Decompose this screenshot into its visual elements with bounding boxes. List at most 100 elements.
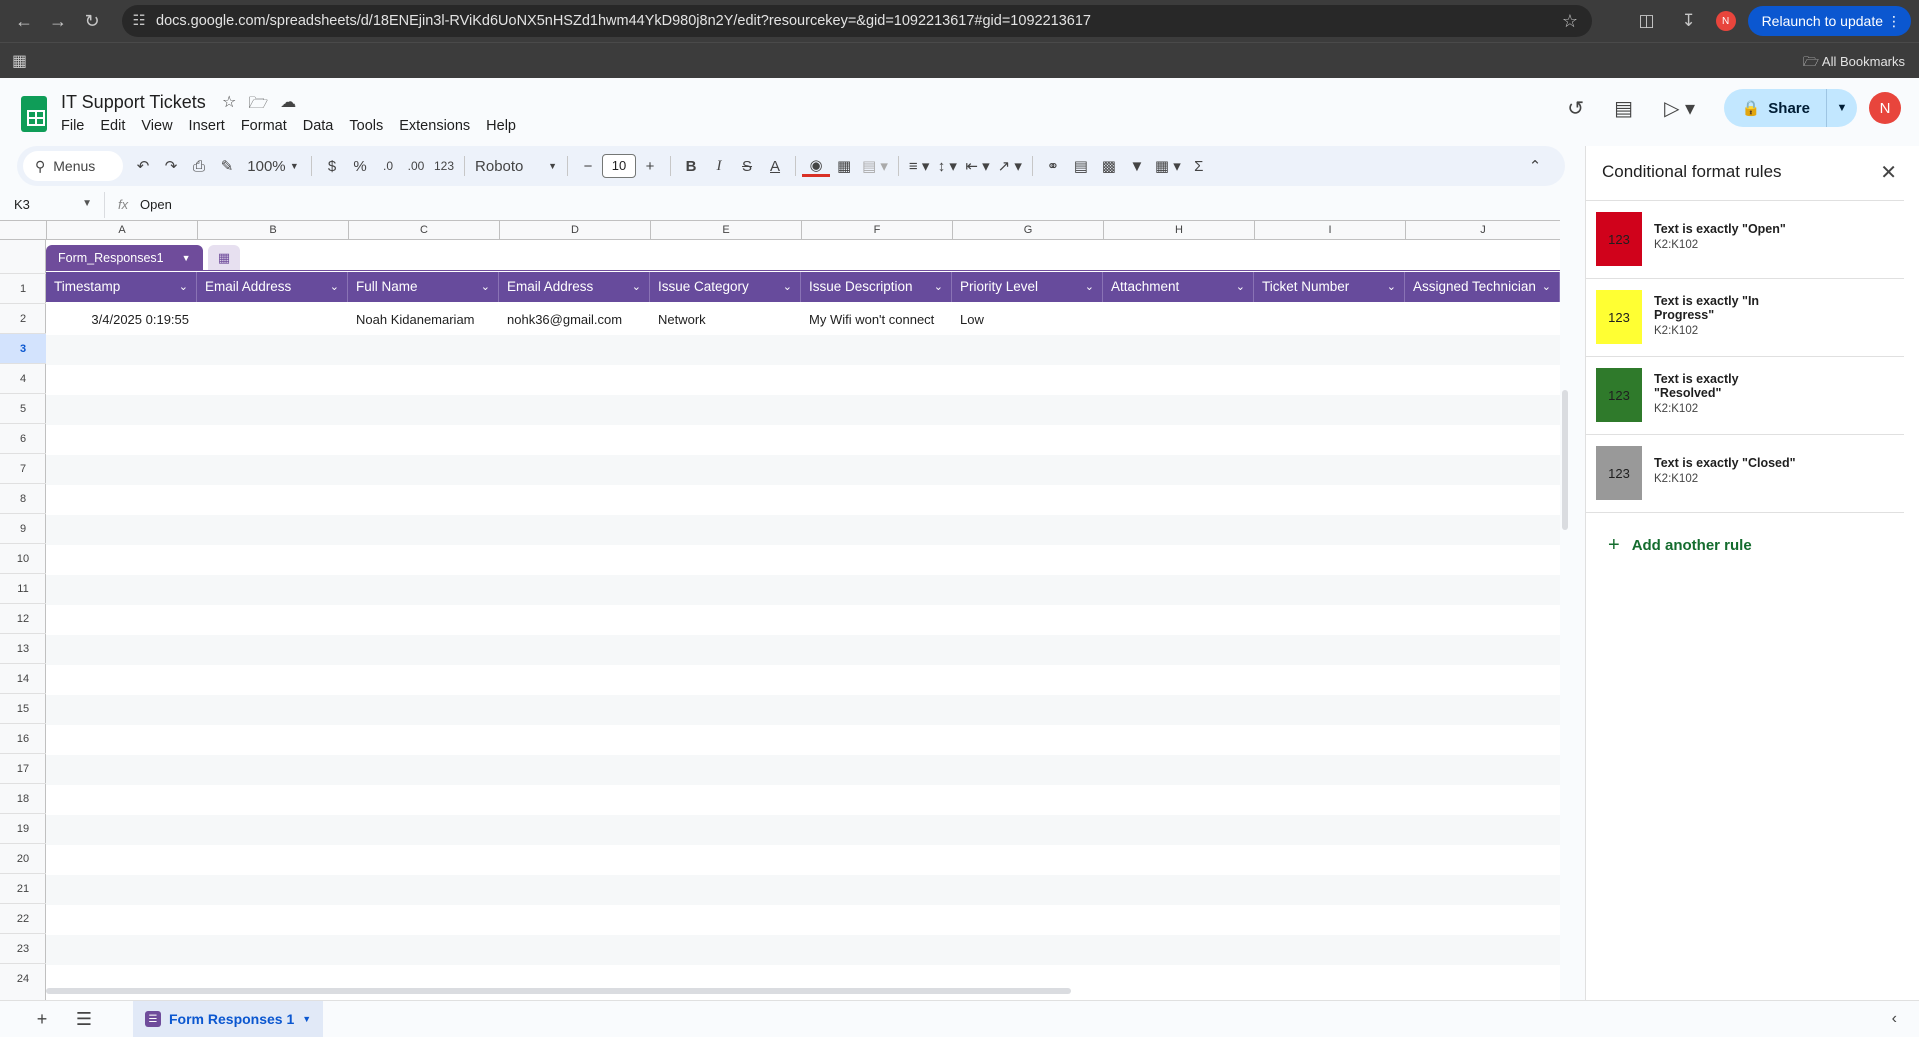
chevron-down-icon[interactable]: ⌄ [481, 272, 490, 302]
merge-cells-icon[interactable]: ▤ ▾ [858, 152, 892, 180]
italic-button[interactable]: I [705, 152, 733, 180]
column-header-b[interactable]: B [197, 221, 348, 240]
collapse-toolbar-icon[interactable]: ⌃ [1521, 152, 1549, 180]
row-header[interactable]: 2 [0, 303, 46, 333]
row-header[interactable]: 22 [0, 903, 46, 933]
header-cell-issue-category[interactable]: Issue Category ⌄ [650, 272, 801, 302]
row-header[interactable]: 10 [0, 543, 46, 573]
cell[interactable]: nohk36@gmail.com [499, 305, 650, 335]
header-cell-full-name[interactable]: Full Name ⌄ [348, 272, 499, 302]
cell[interactable] [1254, 305, 1405, 335]
filter-icon[interactable]: ▼ [1123, 152, 1151, 180]
close-icon[interactable]: ✕ [1880, 160, 1897, 185]
column-header-e[interactable]: E [650, 221, 801, 240]
row-header[interactable]: 18 [0, 783, 46, 813]
search-menus[interactable]: ⚲ Menus [23, 151, 123, 181]
row-header[interactable]: 6 [0, 423, 46, 453]
text-wrapping-icon[interactable]: ⇤ ▾ [961, 152, 993, 180]
chevron-down-icon[interactable]: ⌄ [783, 272, 792, 302]
menu-data[interactable]: Data [295, 116, 342, 136]
menu-file[interactable]: File [53, 116, 92, 136]
row-header[interactable]: 20 [0, 843, 46, 873]
menu-view[interactable]: View [133, 116, 180, 136]
sheets-logo-icon[interactable] [21, 96, 47, 132]
chevron-down-icon[interactable]: ⌄ [1085, 272, 1094, 302]
insert-link-icon[interactable]: ⚭ [1039, 152, 1067, 180]
menu-edit[interactable]: Edit [92, 116, 133, 136]
row-header-selected[interactable]: 3 [0, 333, 46, 363]
row-header[interactable]: 7 [0, 453, 46, 483]
scroll-thumb[interactable] [1562, 390, 1568, 530]
column-header-f[interactable]: F [801, 221, 952, 240]
share-dropdown-icon[interactable]: ▼ [1827, 102, 1857, 114]
apps-icon[interactable]: ▦ [12, 51, 27, 71]
header-cell-timestamp[interactable]: Timestamp ⌄ [46, 272, 197, 302]
row-header[interactable]: 15 [0, 693, 46, 723]
header-cell-assigned-technician[interactable]: Assigned Technician ⌄ [1405, 272, 1560, 302]
header-cell-issue-description[interactable]: Issue Description ⌄ [801, 272, 952, 302]
row-header[interactable]: 16 [0, 723, 46, 753]
menu-tools[interactable]: Tools [341, 116, 391, 136]
move-folder-icon[interactable]: 🗁 [248, 92, 268, 119]
row-header[interactable]: 1 [0, 273, 46, 303]
table-name-chip[interactable]: Form_Responses1 ▼ ▦ [46, 245, 240, 271]
select-all-corner[interactable] [0, 221, 46, 240]
font-select[interactable]: Roboto ▼ [471, 152, 561, 180]
rule-item[interactable]: 123 Text is exactly "In Progress" K2:K102 [1596, 280, 1896, 356]
row-header[interactable]: 23 [0, 933, 46, 963]
share-button[interactable]: 🔒 Share ▼ [1723, 89, 1857, 127]
column-header-h[interactable]: H [1103, 221, 1254, 240]
column-header-i[interactable]: I [1254, 221, 1405, 240]
row-header[interactable]: 5 [0, 393, 46, 423]
rule-item[interactable]: 123 Text is exactly "Resolved" K2:K102 [1596, 358, 1896, 434]
font-size-increase-icon[interactable]: + [636, 152, 664, 180]
filter-views-icon[interactable]: ▦ ▾ [1151, 152, 1185, 180]
all-bookmarks[interactable]: 🗁 All Bookmarks [1803, 53, 1905, 75]
cell[interactable]: Network [650, 305, 801, 335]
column-header-d[interactable]: D [499, 221, 650, 240]
relaunch-button[interactable]: Relaunch to update ⋮ [1747, 6, 1911, 36]
row-header[interactable]: 9 [0, 513, 46, 543]
downloads-icon[interactable]: ↧ [1674, 6, 1704, 36]
decrease-decimal-button[interactable]: .0 [374, 152, 402, 180]
row-header[interactable]: 11 [0, 573, 46, 603]
row-header[interactable]: 19 [0, 813, 46, 843]
bookmark-star-icon[interactable]: ☆ [1562, 11, 1578, 32]
row-header[interactable]: 21 [0, 873, 46, 903]
column-header-c[interactable]: C [348, 221, 499, 240]
rule-item[interactable]: 123 Text is exactly "Open" K2:K102 [1596, 202, 1896, 278]
row-header[interactable]: 8 [0, 483, 46, 513]
formula-input[interactable]: Open [140, 197, 172, 212]
fill-color-icon[interactable]: ◉ [802, 155, 831, 177]
all-sheets-icon[interactable]: ☰ [66, 1001, 102, 1037]
cell[interactable]: My Wifi won't connect [801, 305, 952, 335]
cell[interactable] [1405, 305, 1560, 335]
number-format-button[interactable]: 123 [430, 152, 458, 180]
meet-icon[interactable]: ▷ ▾ [1652, 88, 1708, 128]
bold-button[interactable]: B [677, 152, 705, 180]
horizontal-scrollbar[interactable] [46, 986, 1560, 996]
forward-icon[interactable]: → [44, 7, 72, 35]
row-header[interactable]: 13 [0, 633, 46, 663]
cell[interactable]: Noah Kidanemariam [348, 305, 499, 335]
header-cell-email-2[interactable]: Email Address ⌄ [499, 272, 650, 302]
collapse-side-panel-icon[interactable]: ‹ [1892, 1010, 1897, 1028]
extensions-icon[interactable]: ◫ [1632, 6, 1662, 36]
column-header-g[interactable]: G [952, 221, 1103, 240]
spreadsheet-grid[interactable]: A B C D E F G H I J Form_Responses1 ▼ ▦ … [0, 220, 1560, 1002]
currency-button[interactable]: $ [318, 152, 346, 180]
chevron-down-icon[interactable]: ⌄ [179, 272, 188, 302]
insert-comment-icon[interactable]: ▤ [1067, 152, 1095, 180]
cell[interactable] [1103, 305, 1254, 335]
name-box[interactable]: K3 ▼ [0, 192, 105, 218]
header-cell-attachment[interactable]: Attachment ⌄ [1103, 272, 1254, 302]
site-info-icon[interactable]: ☷ [122, 13, 156, 29]
chevron-down-icon[interactable]: ⌄ [934, 272, 943, 302]
cell[interactable]: 3/4/2025 0:19:55 [46, 305, 197, 335]
chevron-down-icon[interactable]: ⌄ [632, 272, 641, 302]
account-avatar[interactable]: N [1869, 92, 1901, 124]
chevron-down-icon[interactable]: ⌄ [1236, 272, 1245, 302]
rule-item[interactable]: 123 Text is exactly "Closed" K2:K102 [1596, 436, 1896, 512]
add-sheet-icon[interactable]: + [24, 1001, 60, 1037]
menu-extensions[interactable]: Extensions [391, 116, 478, 136]
